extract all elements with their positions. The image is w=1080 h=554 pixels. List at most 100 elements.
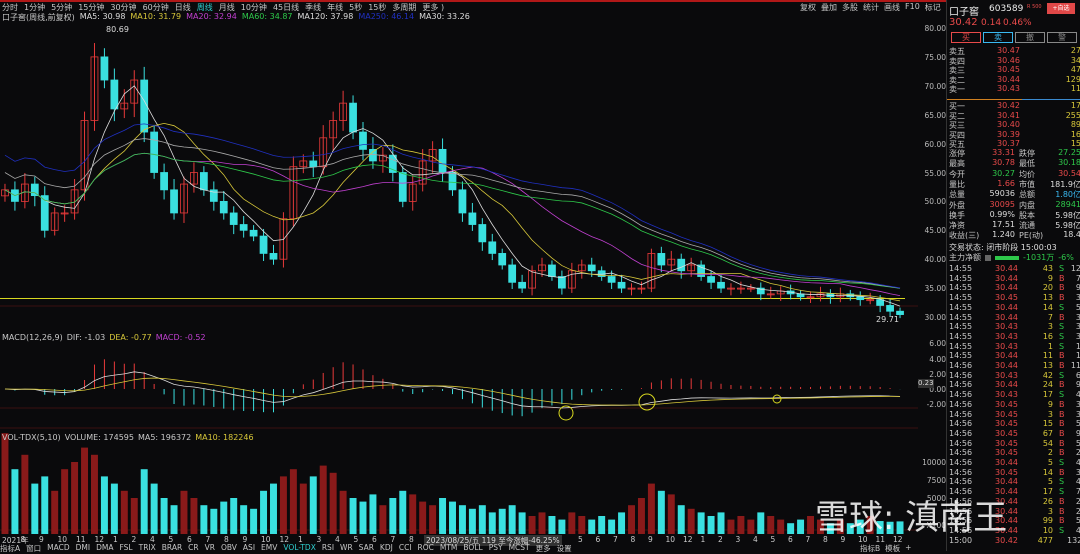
indicator-b-tab[interactable]: 指标B xyxy=(860,543,880,554)
indicator-tab[interactable]: WR xyxy=(340,543,353,552)
indicator-tab[interactable]: 设置 xyxy=(557,543,572,553)
tick-count: 4 xyxy=(1075,458,1080,467)
tick-side: S xyxy=(1059,341,1065,351)
indicator-tab[interactable]: MACD xyxy=(47,543,69,552)
tick-row[interactable]: 14:55 30.44 11 B 1 xyxy=(949,351,1080,361)
tool-button[interactable]: F10 xyxy=(905,2,920,13)
trade-button[interactable]: 买 xyxy=(951,32,981,43)
indicator-tab[interactable]: DMI xyxy=(76,543,90,552)
period-tab[interactable]: 分时 xyxy=(2,2,18,12)
tick-row[interactable]: 14:55 30.44 7 B 3 xyxy=(949,312,1080,323)
trade-button[interactable]: 撤 xyxy=(1015,32,1045,43)
tick-row[interactable]: 14:56 30.44 13 B 11 xyxy=(949,361,1080,371)
volume-bar xyxy=(61,469,69,534)
stat-row: 涨停 33.31 跌停 27.25 xyxy=(949,148,1080,158)
candle xyxy=(199,172,208,191)
vol-label: VOL-TDX(5,10) xyxy=(2,433,61,442)
tick-row[interactable]: 14:56 30.45 3 B 3 xyxy=(949,410,1080,420)
period-tab[interactable]: 5分钟 xyxy=(51,2,72,12)
indicator-tab[interactable]: FSL xyxy=(119,543,132,552)
indicator-tab[interactable]: ASI xyxy=(243,543,255,552)
indicator-tab[interactable]: BOLL xyxy=(463,543,482,552)
tick-row[interactable]: 14:55 30.43 1 S 1 xyxy=(949,341,1080,352)
indicator-tab[interactable]: EMV xyxy=(261,543,277,552)
indicator-tab[interactable]: DMA xyxy=(96,543,113,552)
indicator-tab[interactable]: MCST xyxy=(509,543,530,552)
candle xyxy=(259,235,268,254)
tick-row[interactable]: 14:56 30.45 54 B 5 xyxy=(949,439,1080,449)
tick-count: 7 xyxy=(1075,487,1080,497)
indicator-tab[interactable]: MTM xyxy=(440,543,458,552)
indicator-tab[interactable]: PSY xyxy=(489,543,503,552)
tick-row[interactable]: 14:55 30.43 16 S 3 xyxy=(949,332,1080,342)
indicator-tab[interactable]: CR xyxy=(188,543,198,552)
indicator-tab[interactable]: TRIX xyxy=(139,543,156,552)
tick-row[interactable]: 14:56 30.45 9 B 3 xyxy=(949,400,1080,410)
level-price: 30.41 xyxy=(997,110,1020,120)
indicator-tab[interactable]: SAR xyxy=(359,543,374,552)
tool-button[interactable]: 复权 xyxy=(800,2,816,13)
tool-button[interactable]: 画线 xyxy=(884,2,900,13)
period-tab[interactable]: 60分钟 xyxy=(143,2,169,12)
tick-row[interactable]: 14:56 30.44 5 S 4 xyxy=(949,477,1080,487)
indicator-tab[interactable]: BRAR xyxy=(162,543,182,552)
indicator-b-tab[interactable]: + xyxy=(905,543,911,554)
tick-row[interactable]: 14:56 30.45 15 B 5 xyxy=(949,419,1080,429)
period-tab[interactable]: 多周期 xyxy=(392,2,416,12)
period-tab[interactable]: 季线 xyxy=(305,2,321,12)
tick-row[interactable]: 14:56 30.44 5 S 4 xyxy=(949,458,1080,468)
indicator-tab[interactable]: KDJ xyxy=(380,543,393,552)
kline-chart[interactable] xyxy=(0,22,918,535)
period-tab[interactable]: 周线 xyxy=(197,2,213,12)
candle xyxy=(438,148,447,173)
period-tab[interactable]: 30分钟 xyxy=(110,2,136,12)
tick-row[interactable]: 14:56 30.45 14 B 3 xyxy=(949,468,1080,478)
indicator-tab[interactable]: VR xyxy=(205,543,215,552)
trade-button[interactable]: 警 xyxy=(1047,32,1077,43)
period-tab[interactable]: 年线 xyxy=(327,2,343,12)
tool-button[interactable]: 标记 xyxy=(925,2,941,13)
stat-row: 换手 0.99% 股本 5.98亿 xyxy=(949,210,1080,220)
info-icon[interactable] xyxy=(985,254,991,261)
tick-row[interactable]: 14:56 30.45 2 B 2 xyxy=(949,448,1080,458)
tick-row[interactable]: 14:55 30.43 3 S 3 xyxy=(949,322,1080,332)
period-tab[interactable]: 45日线 xyxy=(273,2,299,12)
indicator-b-tab[interactable]: 模板 xyxy=(885,543,900,554)
tick-row[interactable]: 14:55 30.44 43 S 12 xyxy=(949,264,1080,274)
tick-row[interactable]: 14:55 30.44 20 B 9 xyxy=(949,283,1080,293)
tick-row[interactable]: 14:56 30.44 24 B 9 xyxy=(949,380,1080,390)
indicator-tab[interactable]: 指标A xyxy=(0,543,20,553)
period-tab[interactable]: 更多 ) xyxy=(422,2,444,12)
indicator-b-tabs: 指标B 模板 + xyxy=(860,543,911,554)
indicator-tab[interactable]: VOL-TDX xyxy=(283,543,315,552)
period-tab[interactable]: 日线 xyxy=(175,2,191,12)
period-tab[interactable]: 5秒 xyxy=(349,2,362,12)
trade-button[interactable]: 卖 xyxy=(983,32,1013,43)
tick-row[interactable]: 14:56 30.43 42 S 6 xyxy=(949,371,1080,381)
indicator-tab[interactable]: RSI xyxy=(322,543,334,552)
tick-row[interactable]: 14:55 30.44 9 B 7 xyxy=(949,274,1080,284)
period-tab[interactable]: 15秒 xyxy=(368,2,386,12)
period-tab[interactable]: 10分钟 xyxy=(241,2,267,12)
indicator-tab[interactable]: OBV xyxy=(221,543,237,552)
tick-row[interactable]: 14:56 30.43 17 S 4 xyxy=(949,390,1080,400)
tool-button[interactable]: 叠加 xyxy=(821,2,837,13)
tick-row[interactable]: 14:55 30.45 13 B 3 xyxy=(949,293,1080,303)
indicator-tab[interactable]: 窗口 xyxy=(26,543,41,553)
volume-bar xyxy=(737,516,745,534)
tool-button[interactable]: 统计 xyxy=(863,2,879,13)
stat-label: PE(动) xyxy=(1019,231,1044,241)
indicator-tab[interactable]: ROC xyxy=(418,543,434,552)
period-tab[interactable]: 月线 xyxy=(219,2,235,12)
indicator-tab[interactable]: CCI xyxy=(399,543,412,552)
tick-side: B xyxy=(1059,312,1065,322)
tool-button[interactable]: 多股 xyxy=(842,2,858,13)
add-favorite-button[interactable]: +自选 xyxy=(1047,3,1075,14)
tick-row[interactable]: 14:56 30.45 67 B 9 xyxy=(949,429,1080,439)
period-tab[interactable]: 15分钟 xyxy=(78,2,104,12)
volume-bar xyxy=(120,490,128,534)
tick-row[interactable]: 14:55 30.44 14 S 5 xyxy=(949,303,1080,313)
chart-tools: 复权叠加多股统计画线F10标记返回 xyxy=(800,2,962,13)
period-tab[interactable]: 1分钟 xyxy=(24,2,45,12)
indicator-tab[interactable]: 更多 xyxy=(536,543,551,553)
